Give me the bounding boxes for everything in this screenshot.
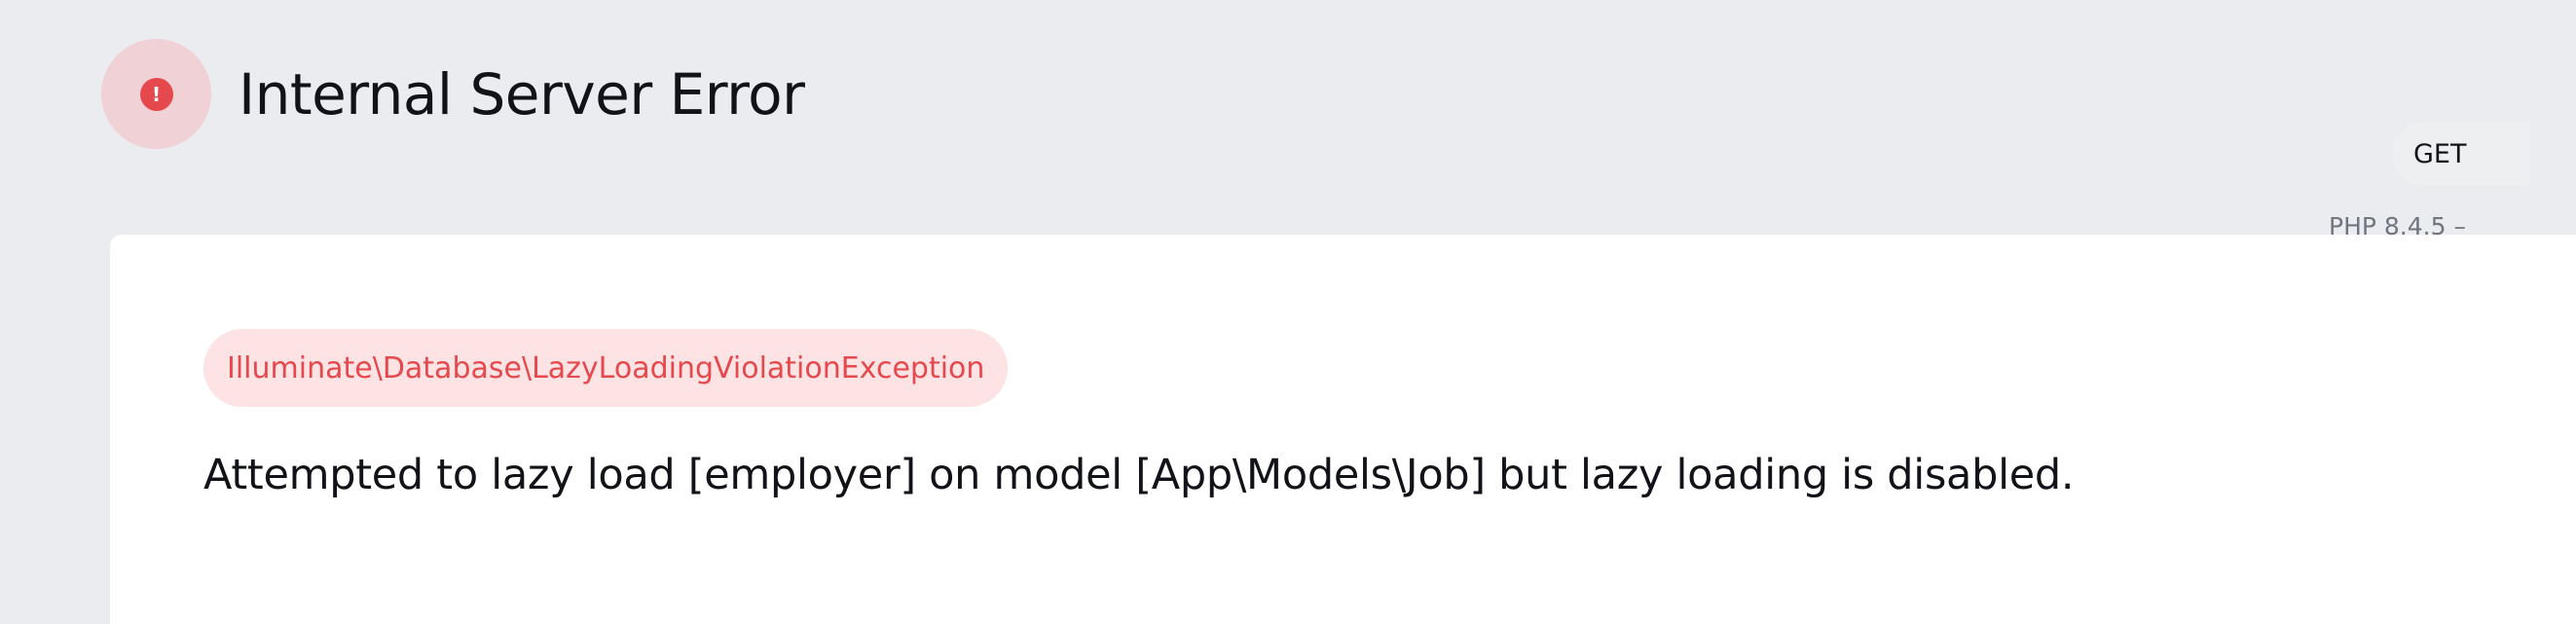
error-header: ! Internal Server Error bbox=[101, 39, 805, 149]
exclamation-glyph: ! bbox=[151, 82, 162, 106]
exclamation-icon: ! bbox=[139, 77, 173, 111]
exception-class-badge: Illuminate\Database\LazyLoadingViolation… bbox=[203, 329, 1009, 407]
exception-card: Illuminate\Database\LazyLoadingViolation… bbox=[110, 235, 2576, 624]
request-method-badge: GET bbox=[2392, 122, 2530, 186]
error-icon-halo: ! bbox=[101, 39, 211, 149]
exception-message: Attempted to lazy load [employer] on mod… bbox=[203, 451, 2075, 499]
page-title: Internal Server Error bbox=[239, 60, 805, 128]
php-version-label: PHP 8.4.5 – bbox=[2329, 212, 2466, 240]
